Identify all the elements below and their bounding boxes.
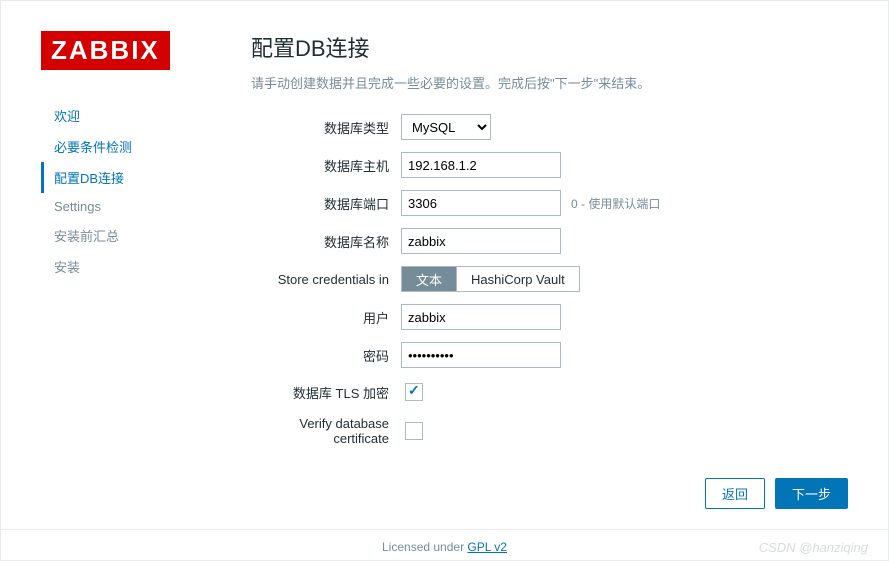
db-port-hint: 0 - 使用默认端口 bbox=[571, 195, 660, 212]
nav-list: 欢迎 必要条件检测 配置DB连接 Settings 安装前汇总 安装 bbox=[41, 100, 211, 282]
verify-cert-checkbox[interactable] bbox=[405, 422, 423, 440]
tls-label: 数据库 TLS 加密 bbox=[251, 383, 401, 402]
password-label: 密码 bbox=[251, 346, 401, 365]
page-title: 配置DB连接 bbox=[251, 31, 848, 63]
license-footer: Licensed under GPL v2 CSDN @hanziqing bbox=[1, 529, 888, 564]
db-host-input[interactable] bbox=[401, 152, 561, 178]
password-input[interactable] bbox=[401, 342, 561, 368]
license-prefix: Licensed under bbox=[382, 540, 467, 554]
db-type-label: 数据库类型 bbox=[251, 118, 401, 137]
license-link[interactable]: GPL v2 bbox=[467, 540, 507, 554]
nav-item-settings[interactable]: Settings bbox=[41, 193, 211, 220]
db-type-select[interactable]: MySQL bbox=[401, 114, 491, 140]
sidebar: ZABBIX 欢迎 必要条件检测 配置DB连接 Settings 安装前汇总 安… bbox=[41, 31, 211, 458]
back-button[interactable]: 返回 bbox=[705, 478, 765, 509]
next-button[interactable]: 下一步 bbox=[775, 478, 848, 509]
store-cred-text[interactable]: 文本 bbox=[402, 267, 456, 291]
footer-buttons: 返回 下一步 bbox=[1, 478, 888, 529]
db-port-label: 数据库端口 bbox=[251, 194, 401, 213]
nav-item-welcome[interactable]: 欢迎 bbox=[41, 100, 211, 131]
verify-cert-label: Verify database certificate bbox=[251, 416, 401, 446]
user-label: 用户 bbox=[251, 308, 401, 327]
db-host-label: 数据库主机 bbox=[251, 156, 401, 175]
main-panel: 配置DB连接 请手动创建数据并且完成一些必要的设置。完成后按"下一步"来结束。 … bbox=[211, 31, 848, 458]
logo: ZABBIX bbox=[41, 31, 170, 70]
store-cred-vault[interactable]: HashiCorp Vault bbox=[456, 267, 579, 291]
db-name-label: 数据库名称 bbox=[251, 232, 401, 251]
watermark: CSDN @hanziqing bbox=[759, 540, 868, 555]
nav-item-prereq[interactable]: 必要条件检测 bbox=[41, 131, 211, 162]
db-name-input[interactable] bbox=[401, 228, 561, 254]
db-port-input[interactable] bbox=[401, 190, 561, 216]
store-cred-toggle: 文本 HashiCorp Vault bbox=[401, 266, 580, 292]
tls-checkbox[interactable] bbox=[405, 383, 423, 401]
page-subtitle: 请手动创建数据并且完成一些必要的设置。完成后按"下一步"来结束。 bbox=[251, 73, 848, 92]
nav-item-summary[interactable]: 安装前汇总 bbox=[41, 220, 211, 251]
store-cred-label: Store credentials in bbox=[251, 272, 401, 287]
user-input[interactable] bbox=[401, 304, 561, 330]
nav-item-install[interactable]: 安装 bbox=[41, 251, 211, 282]
nav-item-db-config[interactable]: 配置DB连接 bbox=[41, 162, 211, 193]
